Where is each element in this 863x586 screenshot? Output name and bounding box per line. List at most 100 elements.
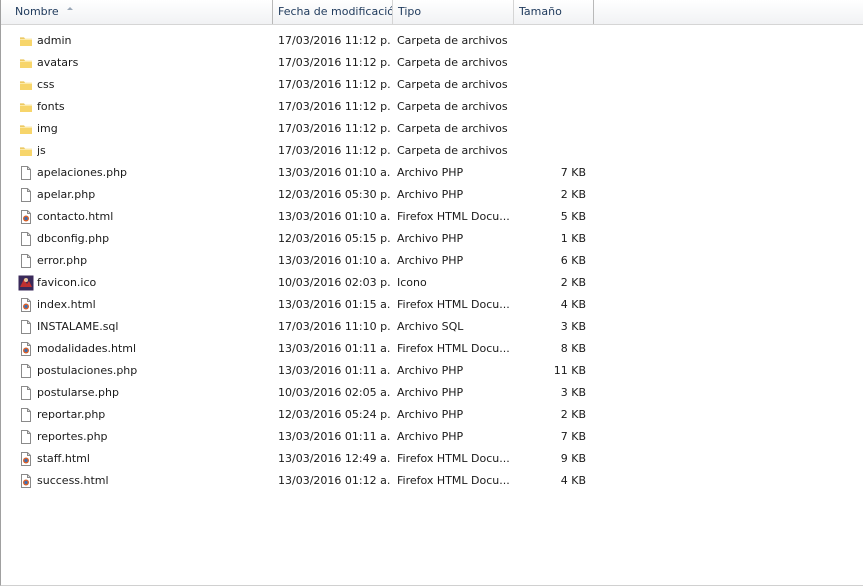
column-header-date[interactable]: Fecha de modificación	[273, 0, 393, 24]
file-type: Carpeta de archivos	[397, 34, 508, 47]
file-size: 3 KB	[560, 320, 586, 333]
file-row[interactable]: favicon.ico 10/03/2016 02:03 p... Icono 2 K…	[1, 272, 863, 294]
file-name: js	[37, 144, 46, 157]
column-header-date-label: Fecha de modificación	[278, 5, 393, 18]
file-row[interactable]: postularse.php 10/03/2016 02:05 a... Archi…	[1, 382, 863, 404]
file-name: avatars	[37, 56, 79, 69]
file-modified-date: 17/03/2016 11:10 p...	[278, 320, 390, 333]
column-header-type[interactable]: Tipo	[393, 0, 514, 24]
html-file-icon	[18, 451, 34, 467]
file-modified-date: 10/03/2016 02:03 p...	[278, 276, 390, 289]
file-modified-date: 13/03/2016 12:49 a...	[278, 452, 390, 465]
file-name: apelar.php	[37, 188, 96, 201]
file-name: error.php	[37, 254, 88, 267]
html-file-icon	[18, 209, 34, 225]
file-modified-date: 17/03/2016 11:12 p...	[278, 34, 390, 47]
file-row[interactable]: postulaciones.php 13/03/2016 01:11 a... Ar…	[1, 360, 863, 382]
file-row[interactable]: staff.html 13/03/2016 12:49 a... Firefox H…	[1, 448, 863, 470]
file-row[interactable]: contacto.html 13/03/2016 01:10 a... Firefo…	[1, 206, 863, 228]
file-name: admin	[37, 34, 72, 47]
column-header-size-label: Tamaño	[519, 5, 562, 18]
file-type: Archivo PHP	[397, 408, 464, 421]
file-modified-date: 12/03/2016 05:24 p...	[278, 408, 390, 421]
file-size: 7 KB	[560, 430, 586, 443]
folder-icon	[18, 121, 34, 137]
file-size: 11 KB	[553, 364, 586, 377]
file-modified-date: 13/03/2016 01:10 a...	[278, 254, 390, 267]
file-icon	[18, 253, 34, 269]
file-modified-date: 13/03/2016 01:11 a...	[278, 430, 390, 443]
file-row[interactable]: avatars 17/03/2016 11:12 p... Carpeta de a…	[1, 52, 863, 74]
file-type: Carpeta de archivos	[397, 122, 508, 135]
file-name: index.html	[37, 298, 96, 311]
column-header-name[interactable]: Nombre	[1, 0, 273, 24]
file-row[interactable]: admin 17/03/2016 11:12 p... Carpeta de arc…	[1, 30, 863, 52]
folder-icon	[18, 33, 34, 49]
folder-icon	[18, 143, 34, 159]
html-file-icon	[18, 473, 34, 489]
file-list: admin 17/03/2016 11:12 p... Carpeta de arc…	[1, 30, 863, 492]
file-name: fonts	[37, 100, 65, 113]
file-size: 9 KB	[560, 452, 586, 465]
file-row[interactable]: modalidades.html 13/03/2016 01:11 a... Fir…	[1, 338, 863, 360]
file-size: 3 KB	[560, 386, 586, 399]
file-row[interactable]: success.html 13/03/2016 01:12 a... Firefox…	[1, 470, 863, 492]
file-type: Firefox HTML Docu...	[397, 452, 509, 465]
file-icon	[18, 385, 34, 401]
file-type: Archivo PHP	[397, 232, 464, 245]
file-modified-date: 17/03/2016 11:12 p...	[278, 100, 390, 113]
file-type: Archivo SQL	[397, 320, 464, 333]
file-modified-date: 12/03/2016 05:15 p...	[278, 232, 390, 245]
folder-icon	[18, 77, 34, 93]
file-type: Carpeta de archivos	[397, 56, 508, 69]
file-row[interactable]: img 17/03/2016 11:12 p... Carpeta de archi…	[1, 118, 863, 140]
file-size: 8 KB	[560, 342, 586, 355]
file-row[interactable]: apelar.php 12/03/2016 05:30 p... Archivo P…	[1, 184, 863, 206]
file-name: modalidades.html	[37, 342, 137, 355]
file-row[interactable]: reportar.php 12/03/2016 05:24 p... Archivo…	[1, 404, 863, 426]
file-name: INSTALAME.sql	[37, 320, 119, 333]
file-modified-date: 17/03/2016 11:12 p...	[278, 78, 390, 91]
file-modified-date: 13/03/2016 01:11 a...	[278, 342, 390, 355]
file-icon	[18, 407, 34, 423]
file-size: 5 KB	[560, 210, 586, 223]
file-size: 4 KB	[560, 298, 586, 311]
file-icon	[18, 363, 34, 379]
file-modified-date: 10/03/2016 02:05 a...	[278, 386, 390, 399]
file-size: 2 KB	[560, 276, 586, 289]
file-row[interactable]: apelaciones.php 13/03/2016 01:10 a... Arch…	[1, 162, 863, 184]
file-modified-date: 13/03/2016 01:12 a...	[278, 474, 390, 487]
html-file-icon	[18, 341, 34, 357]
file-name: postulaciones.php	[37, 364, 138, 377]
file-name: contacto.html	[37, 210, 114, 223]
file-type: Archivo PHP	[397, 430, 464, 443]
file-type: Archivo PHP	[397, 166, 464, 179]
file-row[interactable]: js 17/03/2016 11:12 p... Carpeta de archiv…	[1, 140, 863, 162]
file-type: Firefox HTML Docu...	[397, 474, 509, 487]
column-header-size[interactable]: Tamaño	[514, 0, 594, 24]
column-header-bar: Nombre Fecha de modificación Tipo Tamaño	[1, 0, 863, 25]
file-icon	[18, 319, 34, 335]
file-row[interactable]: reportes.php 13/03/2016 01:11 a... Archivo…	[1, 426, 863, 448]
file-row[interactable]: dbconfig.php 12/03/2016 05:15 p... Archivo…	[1, 228, 863, 250]
file-type: Carpeta de archivos	[397, 78, 508, 91]
file-row[interactable]: index.html 13/03/2016 01:15 a... Firefox H…	[1, 294, 863, 316]
file-type: Archivo PHP	[397, 386, 464, 399]
folder-icon	[18, 99, 34, 115]
file-name: success.html	[37, 474, 109, 487]
file-type: Firefox HTML Docu...	[397, 210, 509, 223]
sort-ascending-icon	[66, 6, 73, 10]
file-size: 6 KB	[560, 254, 586, 267]
file-type: Archivo PHP	[397, 254, 464, 267]
file-row[interactable]: fonts 17/03/2016 11:12 p... Carpeta de arc…	[1, 96, 863, 118]
file-size: 4 KB	[560, 474, 586, 487]
file-modified-date: 17/03/2016 11:12 p...	[278, 56, 390, 69]
file-row[interactable]: css 17/03/2016 11:12 p... Carpeta de archi…	[1, 74, 863, 96]
file-row[interactable]: error.php 13/03/2016 01:10 a... Archivo PH…	[1, 250, 863, 272]
file-name: reportar.php	[37, 408, 106, 421]
favicon-icon	[18, 275, 34, 291]
html-file-icon	[18, 297, 34, 313]
file-row[interactable]: INSTALAME.sql 17/03/2016 11:10 p... Archiv…	[1, 316, 863, 338]
file-name: dbconfig.php	[37, 232, 110, 245]
file-icon	[18, 231, 34, 247]
